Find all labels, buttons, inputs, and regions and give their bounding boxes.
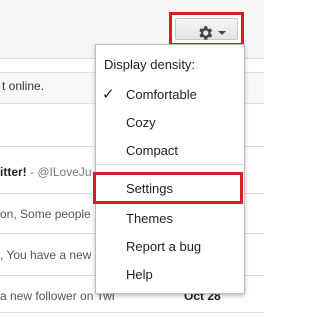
email-row[interactable]: on, Some people — [0, 207, 91, 221]
settings-gear-button-face[interactable] — [175, 18, 238, 40]
menu-item-label: Compact — [126, 143, 179, 158]
email-snippet: on, Some people — [0, 207, 91, 221]
menu-item-label: Settings — [126, 181, 173, 196]
menu-item-label: Themes — [126, 211, 173, 226]
email-row[interactable]: , You have a new — [0, 248, 91, 262]
menu-item-report-bug[interactable]: Report a bug — [96, 234, 244, 260]
menu-item-label: Cozy — [126, 115, 156, 130]
menu-item-label: Help — [126, 267, 153, 282]
menu-item-cozy[interactable]: Cozy — [96, 110, 244, 136]
email-row[interactable]: itter! - @ILoveJu — [0, 165, 92, 179]
chevron-down-icon — [218, 31, 226, 35]
menu-item-themes[interactable]: Themes — [96, 206, 244, 232]
email-snippet: , You have a new — [0, 248, 92, 262]
check-icon: ✓ — [102, 86, 115, 103]
settings-dropdown-menu: Display density: ✓ Comfortable Cozy Comp… — [93, 44, 245, 294]
email-sender: itter! — [0, 165, 27, 179]
display-density-header: Display density: — [104, 57, 196, 72]
gear-icon — [199, 26, 213, 40]
menu-separator — [96, 164, 244, 165]
menu-item-comfortable[interactable]: ✓ Comfortable — [96, 82, 244, 108]
menu-item-label: Report a bug — [126, 239, 202, 254]
menu-item-settings[interactable]: Settings — [93, 172, 243, 204]
menu-item-compact[interactable]: Compact — [96, 138, 244, 164]
menu-item-help[interactable]: Help — [96, 262, 244, 288]
status-notice-text: t online. — [2, 79, 45, 93]
divider — [0, 312, 264, 313]
settings-gear-button[interactable] — [169, 12, 244, 46]
email-snippet: - @ILoveJu — [26, 165, 92, 179]
menu-item-label: Comfortable — [126, 87, 197, 102]
